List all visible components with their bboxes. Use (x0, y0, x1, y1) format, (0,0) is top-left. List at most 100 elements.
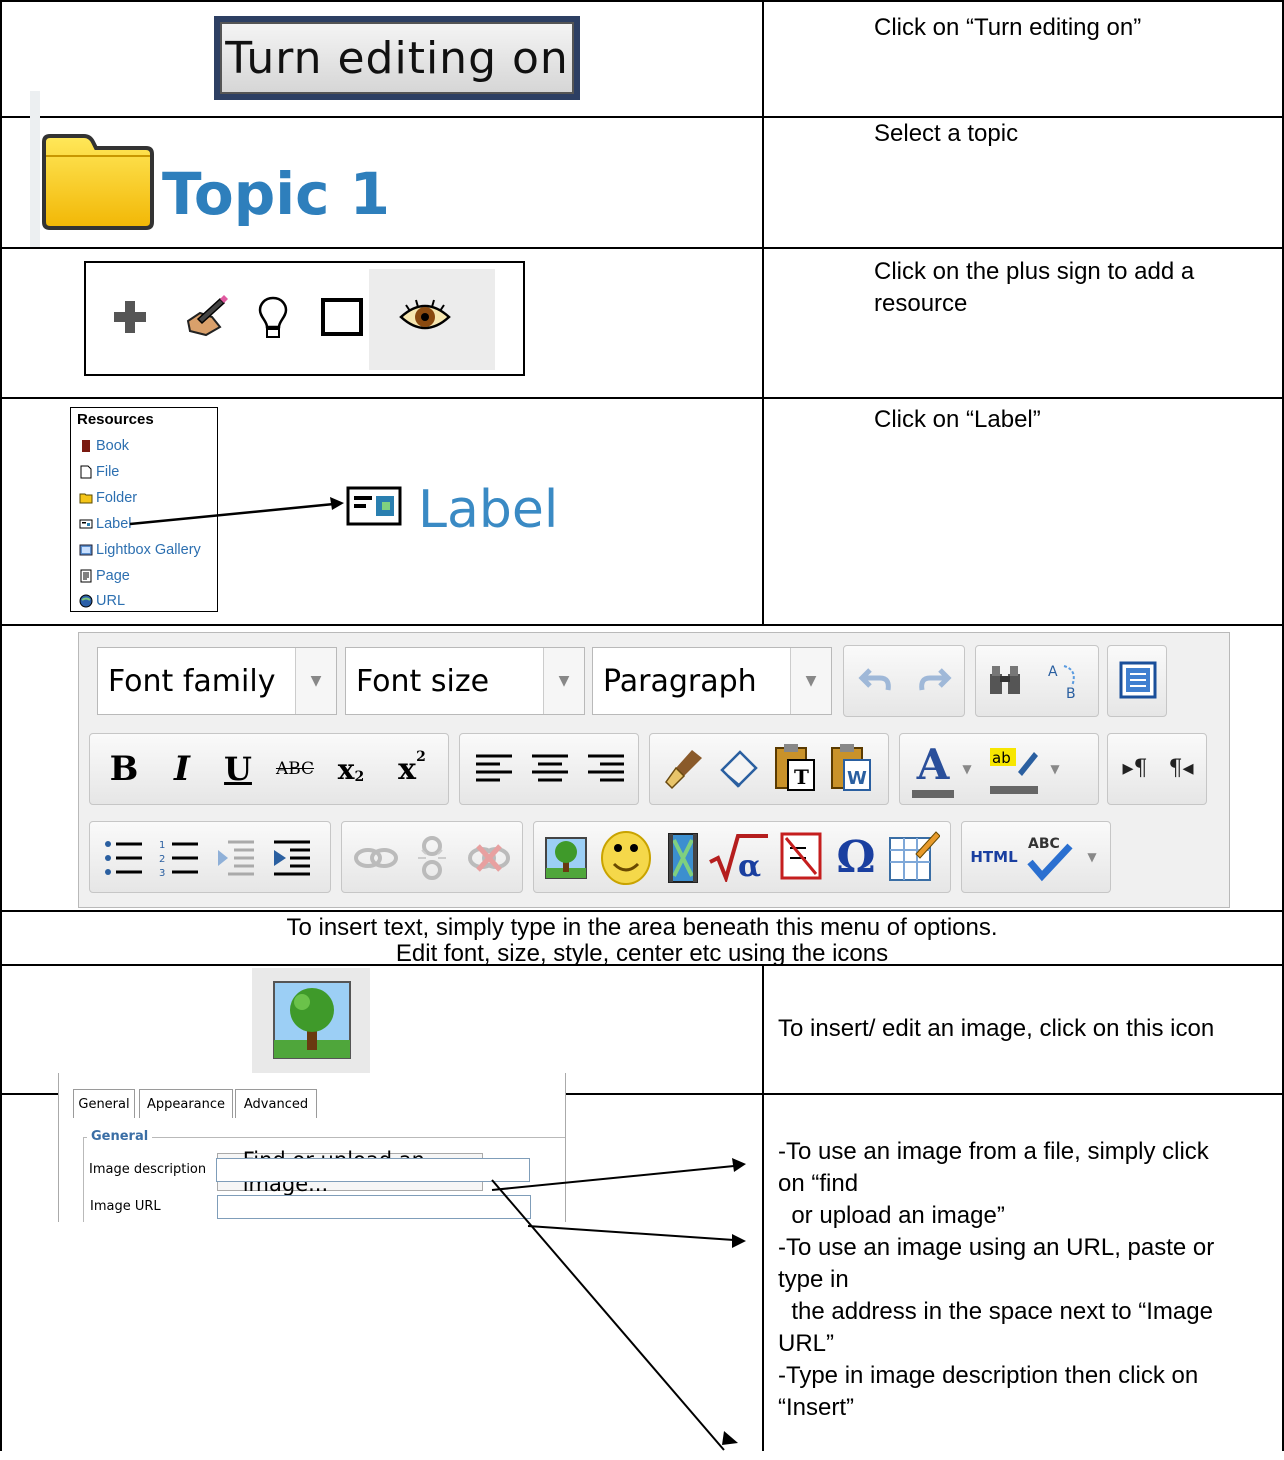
table-icon[interactable] (888, 828, 940, 884)
cleanup-brush-icon[interactable] (662, 746, 708, 792)
strikethrough-icon[interactable]: ABC (270, 746, 320, 792)
row-divider (0, 397, 1284, 399)
indent-icon[interactable] (270, 836, 314, 880)
topic-1-link[interactable]: Topic 1 (162, 160, 390, 228)
row-divider (0, 624, 1284, 626)
dialog-instruction-line: “Insert” (778, 1394, 855, 1421)
chevron-down-icon: ▼ (295, 648, 336, 714)
eraser-icon[interactable] (716, 746, 762, 792)
image-icon[interactable] (272, 980, 352, 1060)
font-family-label: Font family (108, 664, 276, 699)
chevron-down-icon: ▼ (790, 648, 831, 714)
binoculars-icon[interactable] (986, 660, 1026, 700)
turn-editing-on-label: Turn editing on (220, 22, 574, 94)
arrowhead (722, 1431, 738, 1445)
fullscreen-icon[interactable] (1118, 660, 1158, 700)
font-size-select[interactable]: Font size ▼ (345, 647, 585, 715)
bullet-list-icon[interactable] (102, 836, 146, 880)
dialog-instruction-line: or upload an image” (778, 1202, 1005, 1229)
turn-editing-on-button[interactable]: Turn editing on (214, 16, 580, 100)
replace-icon[interactable]: AB (1042, 658, 1086, 702)
resource-lightbox-gallery[interactable]: Lightbox Gallery (79, 542, 201, 558)
chevron-down-icon[interactable]: ▼ (1046, 754, 1064, 784)
svg-text:ABC: ABC (1028, 836, 1060, 852)
insert-image-icon-panel (252, 968, 370, 1086)
paste-text-icon[interactable]: T (772, 742, 818, 794)
resources-heading: Resources (77, 411, 154, 428)
resource-page[interactable]: Page (79, 568, 130, 584)
bold-icon[interactable]: B (102, 746, 146, 792)
text-style-group: B I U ABC x2 x2 (89, 733, 449, 805)
media-icon[interactable] (666, 832, 700, 884)
label-icon (346, 486, 402, 526)
underline-icon[interactable]: U (216, 746, 260, 792)
italic-icon[interactable]: I (160, 746, 204, 792)
omega-icon[interactable]: Ω (834, 830, 878, 884)
superscript-icon[interactable]: x2 (384, 746, 440, 792)
resource-file[interactable]: File (79, 464, 119, 480)
html-icon[interactable]: HTML (968, 842, 1020, 872)
plus-icon[interactable] (112, 299, 148, 335)
align-right-icon[interactable] (586, 752, 626, 788)
instruction-click-label: Click on “Label” (874, 406, 1041, 433)
paragraph-select[interactable]: Paragraph ▼ (592, 647, 832, 715)
rtl-icon[interactable]: ¶◂ (1160, 748, 1202, 788)
equation-icon[interactable]: α (708, 832, 770, 882)
svg-text:T: T (794, 765, 809, 789)
paste-word-icon[interactable]: W (828, 742, 874, 794)
globe-icon (79, 594, 93, 608)
column-divider-upper (762, 0, 764, 625)
dialog-instruction-line: URL” (778, 1330, 835, 1357)
numbered-list-icon[interactable]: 1 2 3 (158, 836, 202, 880)
tab-appearance[interactable]: Appearance (139, 1089, 233, 1118)
link-group (341, 821, 523, 893)
eye-icon[interactable] (398, 297, 452, 337)
anchor-icon[interactable] (464, 836, 514, 880)
page-icon (80, 569, 92, 583)
svg-text:A: A (1048, 664, 1058, 680)
instruction-select-topic: Select a topic (874, 120, 1019, 147)
table-border-top (0, 0, 1284, 2)
fullscreen-group (1107, 645, 1167, 717)
resource-book[interactable]: Book (79, 438, 129, 454)
general-legend: General (87, 1129, 153, 1144)
label-small-icon (79, 519, 93, 529)
insert-text-line2: Edit font, size, style, center etc using… (395, 940, 889, 967)
resource-url[interactable]: URL (79, 593, 125, 609)
nolink-icon[interactable] (780, 832, 822, 880)
chevron-down-icon[interactable]: ▼ (958, 754, 976, 784)
undo-icon[interactable] (858, 662, 896, 700)
svg-text:3: 3 (159, 868, 165, 879)
align-left-icon[interactable] (474, 752, 514, 788)
gallery-icon (79, 544, 93, 556)
image-icon[interactable] (544, 836, 588, 880)
arrow-to-label (129, 497, 344, 526)
subscript-icon[interactable]: x2 (326, 746, 376, 792)
outdent-icon[interactable] (214, 836, 258, 880)
text-color-icon[interactable]: A (910, 740, 956, 789)
tab-advanced[interactable]: Advanced (235, 1089, 317, 1118)
find-replace-group: AB (975, 645, 1099, 717)
unlink-icon[interactable] (408, 832, 456, 884)
lightbulb-icon[interactable] (258, 295, 288, 341)
font-family-select[interactable]: Font family ▼ (97, 647, 337, 715)
tab-general[interactable]: General (73, 1089, 135, 1118)
edit-hand-icon[interactable] (182, 293, 228, 339)
align-center-icon[interactable] (530, 752, 570, 788)
square-icon[interactable] (320, 297, 364, 337)
instruction-plus-line2: resource (874, 290, 968, 317)
spellcheck-icon[interactable]: ABC (1022, 832, 1078, 884)
ltr-icon[interactable]: ▸¶ (1114, 748, 1156, 788)
file-icon (80, 465, 92, 479)
chevron-down-icon[interactable]: ▼ (1082, 842, 1102, 872)
image-description-label: Image description (89, 1162, 207, 1177)
resource-file-label: File (96, 464, 120, 480)
link-icon[interactable] (352, 840, 400, 876)
emoticon-icon[interactable] (598, 826, 654, 886)
dialog-arrows (491, 1158, 746, 1451)
svg-text:2: 2 (159, 854, 165, 865)
dialog-instruction-line: -To use an image using an URL, paste or (778, 1234, 1215, 1261)
chevron-down-icon: ▼ (543, 648, 584, 714)
highlight-color-icon[interactable]: ab (984, 742, 1040, 798)
redo-icon[interactable] (914, 662, 952, 700)
